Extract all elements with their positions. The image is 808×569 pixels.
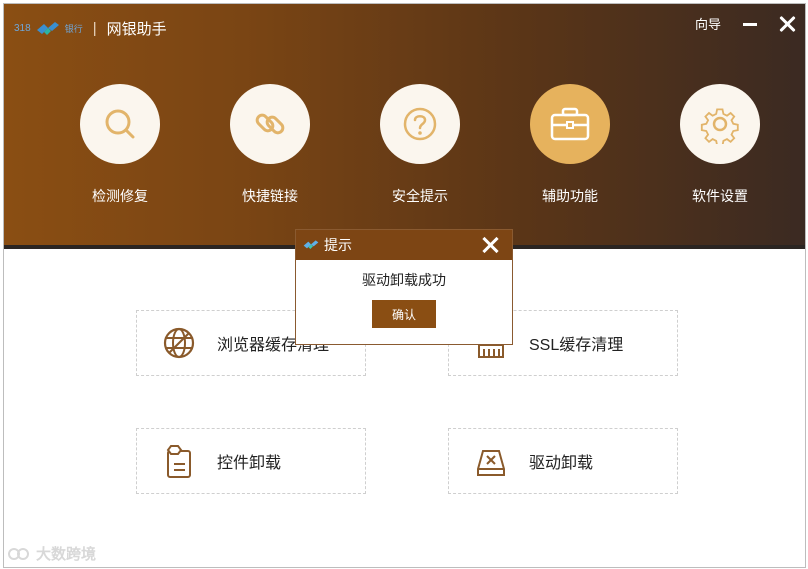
brand: 318 银行 | 网银助手 (14, 18, 167, 39)
watermark-logo-icon (8, 547, 29, 560)
watermark: 大数跨境 (8, 543, 96, 564)
question-icon (403, 107, 437, 141)
dialog-titlebar: 提示 (296, 230, 512, 260)
main-nav: 检测修复 快捷链接 安全提示 辅助功能 软件设置 (4, 84, 805, 224)
driver-uninstall-card[interactable]: 驱动卸载 (448, 428, 678, 494)
bank-logo-code: 318 (14, 23, 31, 34)
app-window: 318 银行 | 网银助手 向导 检测修复 快捷链接 安全提示 辅助功能 软件设… (3, 3, 806, 568)
nav-item-security-tips[interactable]: 安全提示 (360, 84, 480, 206)
title-separator: | (92, 20, 97, 37)
close-icon[interactable] (779, 16, 795, 32)
nav-circle (680, 84, 760, 164)
confirm-button[interactable]: 确认 (372, 300, 436, 328)
dialog-close-icon[interactable] (482, 237, 498, 253)
header: 318 银行 | 网银助手 向导 检测修复 快捷链接 安全提示 辅助功能 软件设… (4, 4, 805, 249)
nav-item-aux-functions[interactable]: 辅助功能 (510, 84, 630, 206)
nav-label: 检测修复 (92, 188, 148, 204)
guide-button[interactable]: 向导 (695, 14, 721, 33)
bank-logo: 318 银行 (14, 20, 83, 38)
nav-item-detect-repair[interactable]: 检测修复 (60, 84, 180, 206)
window-controls: 向导 (695, 14, 795, 33)
nav-label: 快捷链接 (242, 188, 298, 204)
globe-icon (159, 323, 199, 363)
nav-circle (80, 84, 160, 164)
nav-item-settings[interactable]: 软件设置 (660, 84, 780, 206)
toolbox-icon (550, 107, 590, 141)
minimize-icon[interactable] (743, 23, 757, 26)
dialog-message: 驱动卸载成功 (362, 272, 446, 288)
card-label: 驱动卸载 (529, 455, 594, 472)
nav-circle-active (530, 84, 610, 164)
bank-logo-name: 银行 (64, 24, 83, 34)
dialog-title: 提示 (324, 237, 352, 253)
gear-icon (700, 108, 739, 144)
drive-remove-icon (471, 441, 511, 481)
control-uninstall-card[interactable]: 控件卸载 (136, 428, 366, 494)
nav-circle (230, 84, 310, 164)
nav-label: 安全提示 (392, 188, 448, 204)
card-label: 控件卸载 (217, 455, 282, 472)
search-icon (105, 109, 135, 139)
nav-label: 辅助功能 (542, 188, 598, 204)
watermark-text: 大数跨境 (36, 546, 97, 563)
bank-logo-icon (36, 21, 59, 35)
nav-circle (380, 84, 460, 164)
document-icon (159, 441, 199, 481)
app-title: 网银助手 (106, 21, 167, 38)
card-label: SSL缓存清理 (529, 337, 624, 354)
link-icon (255, 113, 285, 135)
nav-item-quick-links[interactable]: 快捷链接 (210, 84, 330, 206)
nav-label: 软件设置 (692, 188, 748, 204)
bank-logo-icon (303, 240, 319, 249)
notice-dialog: 提示 驱动卸载成功 确认 (295, 229, 513, 345)
